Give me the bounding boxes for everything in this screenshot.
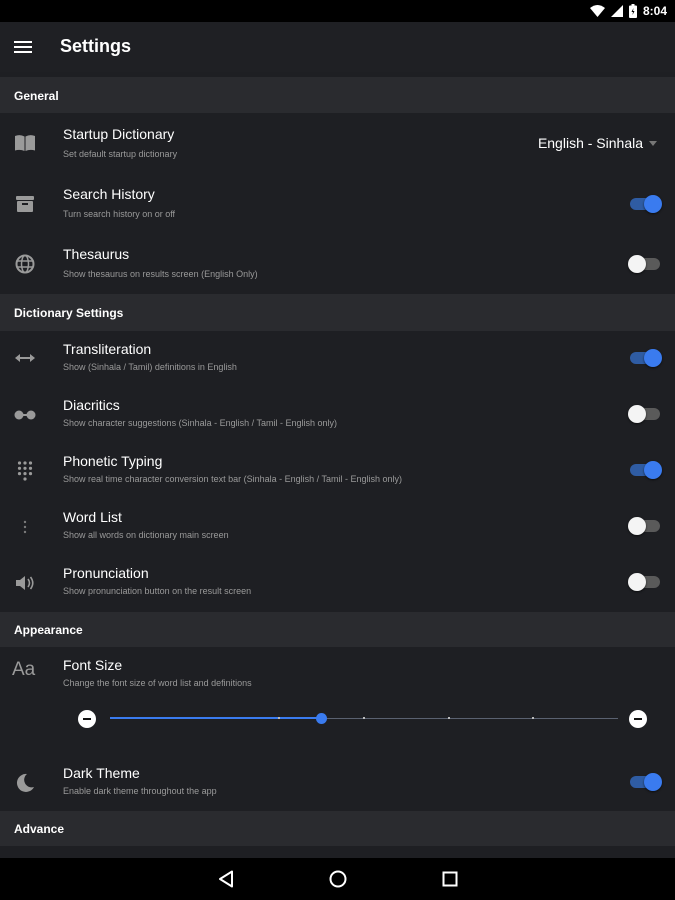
setting-transliteration[interactable]: Transliteration Show (Sinhala / Tamil) d… — [0, 331, 675, 387]
setting-search-history[interactable]: Search History Turn search history on or… — [0, 174, 675, 234]
slider-tick — [278, 717, 281, 719]
wifi-icon — [589, 5, 605, 17]
speaker-icon — [12, 570, 38, 596]
transliteration-toggle[interactable] — [628, 348, 662, 368]
settings-list: General Startup Dictionary Set default s… — [0, 72, 675, 858]
recents-icon — [442, 871, 458, 887]
setting-title: Word List — [63, 509, 122, 525]
setting-subtitle: Change the font size of word list and de… — [63, 678, 252, 688]
menu-icon — [14, 41, 32, 53]
app-bar: Settings — [0, 22, 675, 72]
setting-pronunciation[interactable]: Pronunciation Show pronunciation button … — [0, 555, 675, 612]
dots-icon — [12, 402, 38, 428]
home-icon — [329, 870, 347, 888]
status-time: 8:04 — [642, 4, 667, 18]
font-size-icon: Aa — [10, 655, 40, 681]
font-increase-button[interactable] — [629, 710, 647, 728]
setting-title: Dark Theme — [63, 765, 140, 781]
word-list-toggle[interactable] — [628, 516, 662, 536]
setting-title: Phonetic Typing — [63, 453, 163, 469]
slider-tick — [447, 717, 450, 719]
font-size-slider[interactable] — [78, 710, 648, 728]
globe-icon — [12, 251, 38, 277]
svg-text:Aa: Aa — [12, 659, 36, 678]
section-title: Advance — [14, 822, 65, 836]
dropdown-value: English - Sinhala — [537, 135, 643, 151]
section-header-general: General — [0, 77, 675, 113]
setting-subtitle: Show all words on dictionary main screen — [63, 530, 229, 540]
setting-title: Transliteration — [63, 341, 152, 357]
setting-word-list[interactable]: Word List Show all words on dictionary m… — [0, 499, 675, 555]
section-title: Appearance — [14, 623, 83, 637]
book-icon — [12, 130, 38, 156]
search-history-toggle[interactable] — [628, 194, 662, 214]
dark-theme-toggle[interactable] — [628, 772, 662, 792]
archive-icon — [12, 191, 38, 217]
status-bar: 8:04 — [0, 0, 675, 22]
setting-subtitle: Show character suggestions (Sinhala - En… — [63, 418, 337, 428]
setting-title: Thesaurus — [63, 246, 130, 262]
setting-title: Pronunciation — [63, 565, 149, 581]
setting-diacritics[interactable]: Diacritics Show character suggestions (S… — [0, 387, 675, 443]
setting-title: Diacritics — [63, 397, 120, 413]
setting-subtitle: Show real time character conversion text… — [63, 474, 402, 484]
battery-icon — [628, 4, 637, 18]
diacritics-toggle[interactable] — [628, 404, 662, 424]
slider-tick — [363, 717, 365, 719]
section-header-advance: Advance — [0, 811, 675, 846]
recents-button[interactable] — [438, 868, 462, 890]
slider-thumb[interactable] — [316, 713, 328, 724]
setting-subtitle: Enable dark theme throughout the app — [63, 786, 217, 796]
setting-subtitle: Set default startup dictionary — [63, 149, 178, 159]
dropdown-arrow-icon — [649, 140, 657, 146]
slider-fill — [110, 717, 322, 719]
slider-tick — [532, 717, 535, 719]
setting-title: Font Size — [63, 657, 123, 673]
moon-icon — [12, 770, 38, 796]
font-decrease-button[interactable] — [78, 710, 96, 728]
setting-dark-theme[interactable]: Dark Theme Enable dark theme throughout … — [0, 756, 675, 811]
back-button[interactable] — [214, 868, 238, 890]
navigation-bar — [0, 858, 675, 900]
home-button[interactable] — [326, 868, 350, 890]
setting-font-size: Aa Font Size Change the font size of wor… — [0, 647, 675, 756]
setting-subtitle: Show thesaurus on results screen (Englis… — [63, 269, 258, 279]
section-title: General — [14, 89, 59, 103]
menu-button[interactable] — [8, 32, 38, 62]
setting-title: Search History — [63, 186, 155, 202]
vertical-dots-icon — [12, 514, 38, 540]
pronunciation-toggle[interactable] — [628, 572, 662, 592]
section-title: Dictionary Settings — [14, 306, 124, 320]
thesaurus-toggle[interactable] — [628, 254, 662, 274]
setting-subtitle: Show (Sinhala / Tamil) definitions in En… — [63, 362, 237, 372]
setting-title: Startup Dictionary — [63, 126, 175, 142]
setting-subtitle: Show pronunciation button on the result … — [63, 586, 252, 596]
dialpad-icon — [12, 458, 38, 484]
back-icon — [219, 870, 233, 888]
status-icons: 8:04 — [589, 3, 667, 19]
setting-thesaurus[interactable]: Thesaurus Show thesaurus on results scre… — [0, 234, 675, 294]
swap-arrows-icon — [12, 345, 38, 371]
section-header-appearance: Appearance — [0, 612, 675, 647]
phonetic-typing-toggle[interactable] — [628, 460, 662, 480]
setting-phonetic-typing[interactable]: Phonetic Typing Show real time character… — [0, 443, 675, 499]
section-header-dictionary: Dictionary Settings — [0, 294, 675, 331]
startup-dictionary-dropdown[interactable]: English - Sinhala — [538, 135, 657, 151]
cellular-icon — [610, 5, 623, 17]
page-title: Settings — [60, 36, 132, 56]
setting-startup-dictionary[interactable]: Startup Dictionary Set default startup d… — [0, 113, 675, 174]
setting-subtitle: Turn search history on or off — [63, 209, 176, 219]
